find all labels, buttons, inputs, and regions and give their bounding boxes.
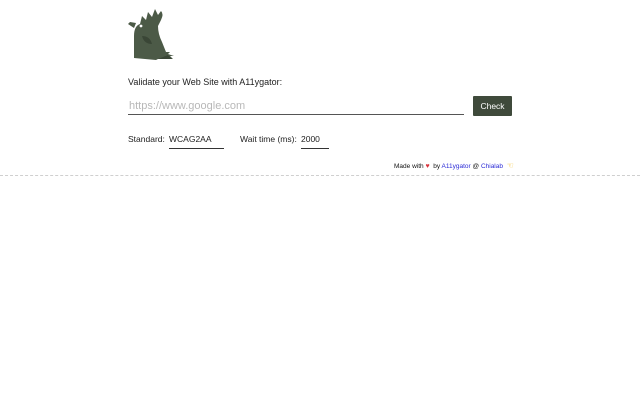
validate-prompt: Validate your Web Site with A11ygator: [128,77,283,87]
made-with-text: Made with [394,163,424,170]
footer-credits: Made with ♥ by A11ygator @ Chialab ☜ [394,161,514,170]
standard-select[interactable]: WCAG2AA [169,134,224,149]
by-text: by [433,163,441,170]
at-text: @ [472,163,480,170]
wait-time-input[interactable]: 2000 [301,134,329,149]
url-field[interactable] [128,96,465,115]
standard-select-value: WCAG2AA [169,134,212,144]
standard-label: Standard: [128,134,165,144]
url-input[interactable] [128,97,465,115]
wait-time-value: 2000 [301,134,320,144]
dashed-divider [0,175,640,176]
chialab-link[interactable]: Chialab [481,163,503,170]
wait-time-label: Wait time (ms): [240,134,297,144]
alligator-logo-icon [128,9,174,60]
check-button[interactable]: Check [473,96,512,116]
heart-icon: ♥ [425,163,430,170]
pointing-hand-icon: ☜ [506,161,514,170]
a11ygator-link[interactable]: A11ygator [442,163,471,170]
